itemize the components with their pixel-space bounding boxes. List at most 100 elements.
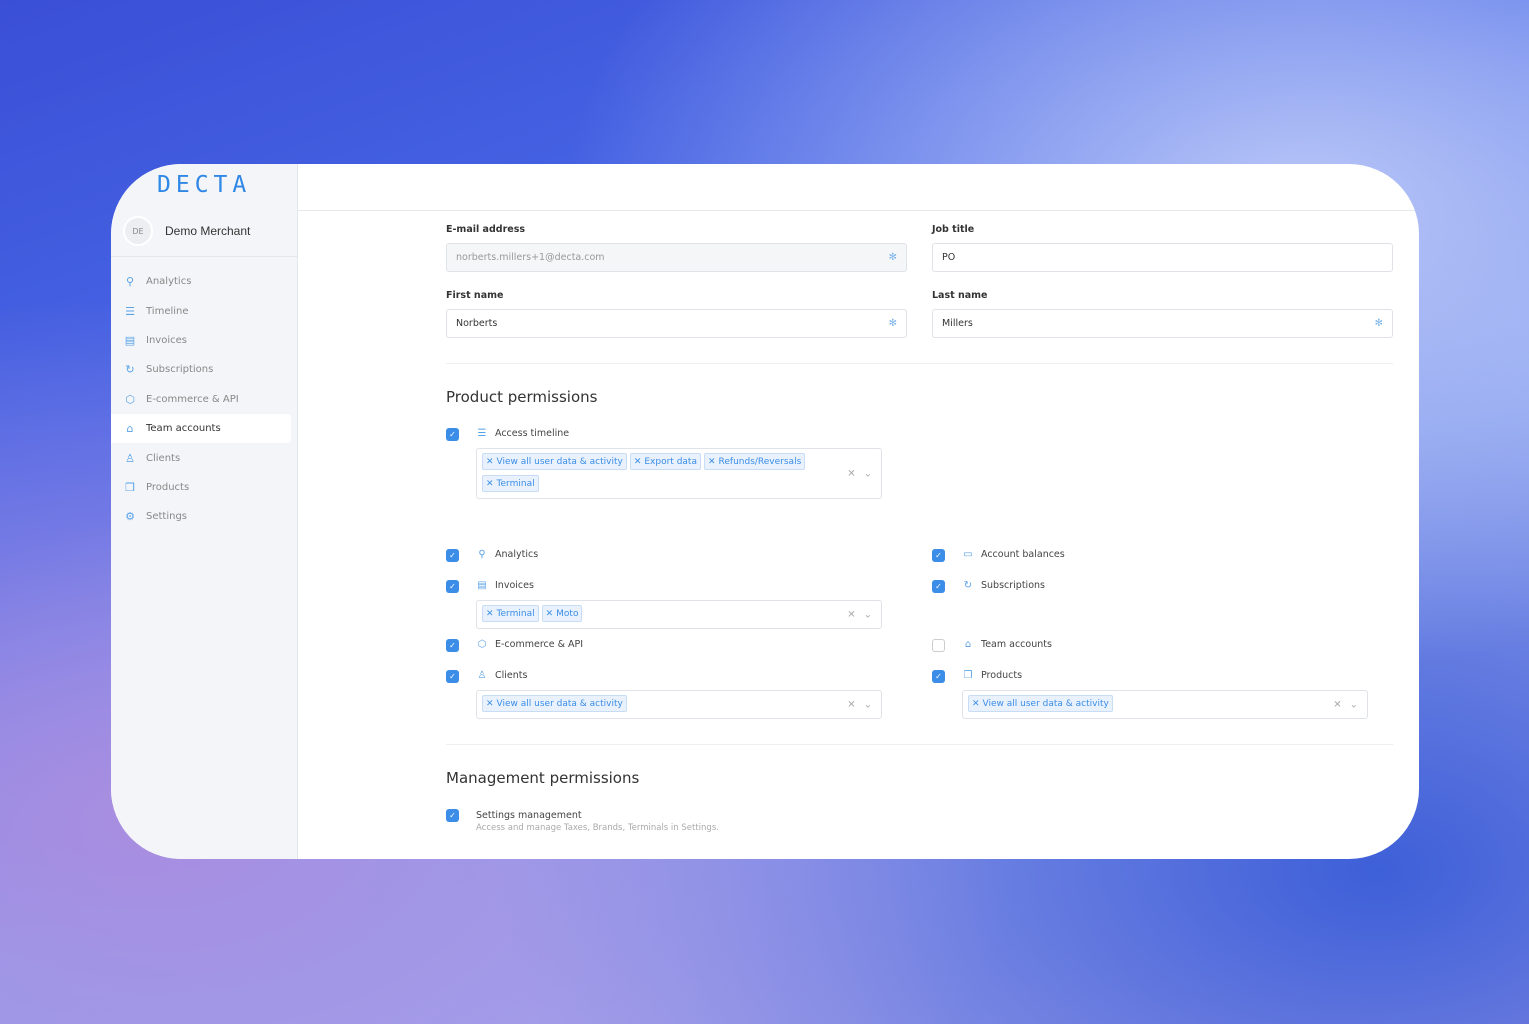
clear-icon[interactable]: ✕ [847,468,855,479]
email-value: norberts.millers+1@decta.com [456,252,605,263]
tag-label: Terminal [496,608,535,619]
clear-icon[interactable]: ✕ [847,609,855,620]
sidebar-item-clients[interactable]: ♙ Clients [111,443,298,472]
job-title-label: Job title [932,224,975,235]
tag-label: Refunds/Reversals [718,456,802,467]
last-name-value: Millers [942,318,973,329]
first-name-label: First name [446,290,504,301]
search-icon: ⚲ [125,275,135,289]
document-icon: ▤ [124,333,136,347]
remove-tag-icon[interactable]: ✕ [708,457,716,467]
access_timeline-label: Access timeline [495,428,570,439]
team_accounts-checkbox[interactable] [932,639,945,652]
sidebar-item-e-commerce-api[interactable]: ⬡ E-commerce & API [111,385,298,414]
remove-tag-icon[interactable]: ✕ [486,457,494,467]
sidebar-item-label: Timeline [146,305,189,317]
search-icon: ⚲ [478,549,486,560]
sidebar-item-label: Clients [146,452,181,464]
subscriptions-checkbox[interactable]: ✓ [932,580,945,593]
ecommerce-permission: ⬡ E-commerce & API [476,639,583,650]
access_timeline-multiselect[interactable]: ✕ View all user data & activity ✕ Export da… [476,448,882,499]
tag-label: View all user data & activity [496,698,623,709]
team-icon: ⌂ [126,422,134,436]
remove-tag-icon[interactable]: ✕ [972,699,980,709]
sidebar-item-subscriptions[interactable]: ↻ Subscriptions [111,355,298,384]
management-permissions-title: Management permissions [446,769,640,787]
gear-icon: ⚙ [125,510,135,524]
sidebar-nav: ⚲ Analytics ☰ Timeline ▤ Invoices ↻ Subscriptio… [111,267,298,532]
list-icon: ☰ [477,428,487,439]
invoices-multiselect[interactable]: ✕ Terminal ✕ Moto ✕ ⌄ [476,600,882,629]
clients-multiselect[interactable]: ✕ View all user data & activity ✕ ⌄ [476,690,882,719]
clients-label: Clients [495,670,528,681]
remove-tag-icon[interactable]: ✕ [486,699,494,709]
settings-management-description: Access and manage Taxes, Brands, Termina… [476,823,719,833]
merchant-switcher[interactable]: DE Demo Merchant [123,216,250,246]
divider [446,363,1393,364]
products-label: Products [981,670,1023,681]
sidebar-item-label: Products [146,481,190,493]
cube-icon: ⬡ [477,639,487,650]
tag: ✕ View all user data & activity [482,453,627,470]
first-name-value: Norberts [456,318,498,329]
email-field[interactable]: norberts.millers+1@decta.com ✻ [446,243,907,272]
logo: DECTA [157,172,252,198]
tag: ✕ Export data [629,453,701,470]
divider [446,744,1393,745]
chevron-down-icon[interactable]: ⌄ [864,468,872,479]
settings-management-checkbox[interactable]: ✓ [446,809,459,822]
access_timeline-checkbox[interactable]: ✓ [446,428,459,441]
clients-permission: ♙ Clients [476,670,528,681]
sidebar-item-products[interactable]: ❒ Products [111,473,298,502]
team_accounts-permission: ⌂ Team accounts [962,639,1052,650]
sidebar-item-label: Invoices [146,334,187,346]
sidebar-item-label: E-commerce & API [146,393,239,405]
tag-label: View all user data & activity [982,698,1109,709]
chevron-down-icon[interactable]: ⌄ [864,609,872,620]
last-name-field[interactable]: Millers ✻ [932,309,1393,338]
clear-icon[interactable]: ✕ [1333,699,1341,710]
sidebar-item-label: Subscriptions [146,364,214,376]
sidebar-item-invoices[interactable]: ▤ Invoices [111,326,298,355]
sidebar-item-settings[interactable]: ⚙ Settings [111,502,298,531]
sidebar-item-analytics[interactable]: ⚲ Analytics [111,267,298,296]
clients-checkbox[interactable]: ✓ [446,670,459,683]
tag: ✕ Moto [541,605,583,622]
wallet-icon: ▭ [963,549,973,560]
ecommerce-checkbox[interactable]: ✓ [446,639,459,652]
products-multiselect[interactable]: ✕ View all user data & activity ✕ ⌄ [962,690,1368,719]
clear-icon[interactable]: ✕ [847,699,855,710]
chevron-down-icon[interactable]: ⌄ [1350,699,1358,710]
remove-tag-icon[interactable]: ✕ [546,609,554,619]
products-checkbox[interactable]: ✓ [932,670,945,683]
gear-icon: ✻ [888,252,897,263]
account_balances-permission: ▭ Account balances [962,549,1065,560]
account_balances-label: Account balances [981,549,1065,560]
sidebar-item-team-accounts[interactable]: ⌂ Team accounts [111,413,291,444]
tag: ✕ Refunds/Reversals [703,453,806,470]
user-icon: ♙ [125,451,135,465]
refresh-icon: ↻ [963,580,973,591]
invoices-checkbox[interactable]: ✓ [446,580,459,593]
remove-tag-icon[interactable]: ✕ [486,479,494,489]
first-name-field[interactable]: Norberts ✻ [446,309,907,338]
gear-icon: ✻ [888,318,897,329]
tag-label: Moto [556,608,579,619]
access_timeline-permission: ☰ Access timeline [476,428,570,439]
invoices-permission: ▤ Invoices [476,580,534,591]
header-divider [298,210,1419,211]
analytics-checkbox[interactable]: ✓ [446,549,459,562]
remove-tag-icon[interactable]: ✕ [486,609,494,619]
account_balances-checkbox[interactable]: ✓ [932,549,945,562]
sidebar: DECTA DE Demo Merchant ⚲ Analytics ☰ Timeli… [111,164,298,859]
analytics-label: Analytics [495,549,539,560]
sidebar-item-timeline[interactable]: ☰ Timeline [111,296,298,325]
sidebar-item-label: Analytics [146,276,192,288]
chevron-down-icon[interactable]: ⌄ [864,699,872,710]
ecommerce-label: E-commerce & API [495,639,584,650]
job-title-field[interactable]: PO [932,243,1393,272]
remove-tag-icon[interactable]: ✕ [634,457,642,467]
sidebar-item-label: Settings [146,511,188,523]
gear-icon: ✻ [1374,318,1383,329]
refresh-icon: ↻ [125,363,135,377]
